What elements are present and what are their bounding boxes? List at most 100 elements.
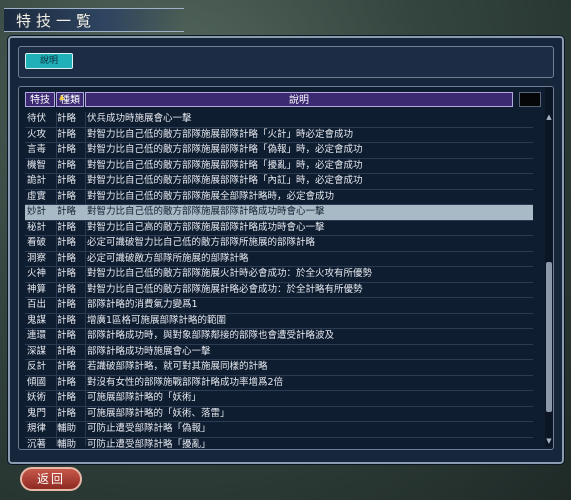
table-row[interactable]: 秘計 計略 對智力比自己高的敵方部隊施展部隊計略成功時會心一擊 [25, 221, 533, 236]
skill-name: 言毒 [27, 144, 47, 155]
table-row[interactable]: 火神 計略 對智力比自己低的敵方部隊施展火計時必會成功：於全火攻有所優勢 [25, 267, 533, 283]
page-title: 特技一覧 [16, 12, 97, 30]
skill-name: 神算 [27, 283, 47, 295]
table-row[interactable]: 妖術 計略 可施展部隊計略的「妖術」 [25, 391, 533, 407]
skill-name: 虛實 [27, 190, 47, 202]
skill-category: 計略 [57, 361, 77, 372]
table-row[interactable]: 待伏 計略 伏兵成功時施展會心一擊 [25, 112, 533, 128]
skill-name: 妖術 [27, 392, 47, 403]
skill-description: 對智力比自己低的敵方部隊施展部隊計略「內訌」時，必定會成功 [87, 175, 363, 186]
skill-category: 計略 [57, 330, 77, 341]
skill-description: 可施展部隊計略的「妖術、落雷」 [87, 407, 230, 419]
skill-name: 連環 [27, 330, 47, 341]
skill-name: 火神 [27, 268, 47, 279]
skill-category: 計略 [57, 206, 77, 217]
skill-description: 對智力比自己低的敵方部隊施展部隊計略「偽報」時，必定會成功 [87, 144, 363, 155]
table-row[interactable]: 鬼謀 計略 增廣1區格可施展部隊計略的範圍 [25, 314, 533, 329]
skill-name: 洞察 [27, 252, 47, 264]
skill-description: 增廣1區格可施展部隊計略的範圍 [87, 314, 227, 326]
skill-category: 計略 [57, 283, 77, 295]
table-row[interactable]: 傾國 計略 對沒有女性的部隊施戰部隊計略成功率增爲2倍 [25, 376, 533, 391]
skill-name: 看破 [27, 237, 47, 248]
skill-category: 計略 [57, 252, 77, 264]
skill-category: 輔助 [57, 423, 77, 434]
skill-name: 機智 [27, 159, 47, 171]
skill-category: 計略 [57, 175, 77, 186]
skill-name: 深謀 [27, 345, 47, 357]
table-row[interactable]: 神算 計略 對智力比自己低的敵方部隊施展計略必會成功：於全計略有所優勢 [25, 283, 533, 298]
skill-description: 部隊計略成功時，與對象部隊鄰接的部隊也會遭受計略波及 [87, 330, 335, 341]
skill-description: 可防止遭受部隊計略「偽報」 [87, 423, 211, 434]
skill-category: 計略 [57, 159, 77, 171]
skill-name: 沉著 [27, 438, 47, 450]
table-row[interactable]: 深謀 計略 部隊計略成功時施展會心一擊 [25, 345, 533, 360]
skill-description: 可防止遭受部隊計略「擾亂」 [87, 438, 211, 450]
skill-name: 妙計 [27, 206, 47, 217]
header-category[interactable]: ▲ 種類 [56, 92, 84, 107]
skill-category: 計略 [57, 392, 77, 403]
skill-description: 對智力比自己低的敵方部隊施展全部隊計略時，必定會成功 [87, 190, 335, 202]
skill-name: 鬼門 [27, 407, 47, 419]
table-row[interactable]: 鬼門 計略 可施展部隊計略的「妖術、落雷」 [25, 407, 533, 422]
skill-description: 對智力比自己低的敵方部隊施展計略必會成功：於全計略有所優勢 [87, 283, 363, 295]
skill-name: 百出 [27, 299, 47, 310]
table-row[interactable]: 連環 計略 部隊計略成功時，與對象部隊鄰接的部隊也會遭受計略波及 [25, 329, 533, 345]
header-name[interactable]: 特技 [25, 92, 55, 107]
table-row[interactable]: 詭計 計略 對智力比自己低的敵方部隊施展部隊計略「內訌」時，必定會成功 [25, 174, 533, 190]
skill-name: 詭計 [27, 175, 47, 186]
table-row[interactable]: 洞察 計略 必定可識破敵方部隊所施展的部隊計略 [25, 252, 533, 267]
skill-table-body: 待伏 計略 伏兵成功時施展會心一擊 火攻 計略 對智力比自己低的敵方部隊施展部隊計略「火計… [25, 112, 533, 450]
help-button[interactable]: 說明 [25, 53, 73, 69]
scrollbar-thumb[interactable] [546, 262, 552, 412]
skill-name: 秘計 [27, 221, 47, 233]
skill-category: 輔助 [57, 438, 77, 450]
header-corner [519, 92, 541, 107]
scroll-up-icon[interactable]: ▲ [545, 113, 553, 121]
skill-description: 對沒有女性的部隊施戰部隊計略成功率增爲2倍 [87, 376, 284, 388]
skill-description: 可施展部隊計略的「妖術」 [87, 392, 202, 403]
skill-name: 待伏 [27, 113, 47, 124]
skill-category: 計略 [57, 407, 77, 419]
skill-category: 計略 [57, 190, 77, 202]
table-row[interactable]: 火攻 計略 對智力比自己低的敵方部隊施展部隊計略「火計」時必定會成功 [25, 128, 533, 143]
skill-name: 反計 [27, 361, 47, 372]
table-row[interactable]: 言毒 計略 對智力比自己低的敵方部隊施展部隊計略「偽報」時，必定會成功 [25, 143, 533, 159]
skill-name: 鬼謀 [27, 314, 47, 326]
scroll-down-icon[interactable]: ▼ [545, 437, 553, 445]
skill-category: 計略 [57, 376, 77, 388]
skill-description: 對智力比自己低的敵方部隊施展部隊計略成功時會心一擊 [87, 206, 325, 217]
table-row[interactable]: 妙計 計略 對智力比自己低的敵方部隊施展部隊計略成功時會心一擊 [25, 205, 533, 221]
scrollbar[interactable]: ▲ ▼ [545, 87, 553, 447]
skill-description: 部隊計略成功時施展會心一擊 [87, 345, 211, 357]
skill-description: 必定可識破智力比自己低的敵方部隊所施展的部隊計略 [87, 237, 316, 248]
table-row[interactable]: 看破 計略 必定可識破智力比自己低的敵方部隊所施展的部隊計略 [25, 236, 533, 252]
skill-category: 計略 [57, 221, 77, 233]
skill-category: 計略 [57, 268, 77, 279]
skill-list-panel: 特技 ▲ 種類 說明 待伏 計略 伏兵成功時施展會心一擊 火攻 計略 對智力比自己低的敵方… [18, 86, 554, 450]
skill-description: 對智力比自己高的敵方部隊施展部隊計略成功時會心一擊 [87, 221, 325, 233]
skill-name: 傾國 [27, 376, 47, 388]
skill-name: 規律 [27, 423, 47, 434]
skill-category: 計略 [57, 345, 77, 357]
skill-description: 對智力比自己低的敵方部隊施展部隊計略「火計」時必定會成功 [87, 128, 354, 140]
skill-description: 若識破部隊計略，就可對其施展同樣的計略 [87, 361, 268, 372]
skill-list-window: 說明 特技 ▲ 種類 說明 待伏 計略 伏兵成功時施展會心一擊 火攻 計略 對智力比自己低… [8, 36, 564, 464]
header-description[interactable]: 說明 [85, 92, 513, 107]
skill-description: 部隊計略的消費氣力變爲1 [87, 299, 198, 310]
description-panel: 說明 [18, 46, 554, 78]
skill-category: 計略 [57, 299, 77, 310]
table-row[interactable]: 規律 輔助 可防止遭受部隊計略「偽報」 [25, 422, 533, 438]
title-bar: 特技一覧 [4, 8, 184, 32]
skill-description: 伏兵成功時施展會心一擊 [87, 113, 192, 124]
table-row[interactable]: 沉著 輔助 可防止遭受部隊計略「擾亂」 [25, 438, 533, 450]
skill-name: 火攻 [27, 128, 47, 140]
skill-category: 計略 [57, 113, 77, 124]
table-row[interactable]: 反計 計略 若識破部隊計略，就可對其施展同樣的計略 [25, 360, 533, 376]
skill-category: 計略 [57, 128, 77, 140]
table-row[interactable]: 虛實 計略 對智力比自己低的敵方部隊施展全部隊計略時，必定會成功 [25, 190, 533, 205]
table-row[interactable]: 百出 計略 部隊計略的消費氣力變爲1 [25, 298, 533, 314]
back-button[interactable]: 返回 [20, 467, 82, 491]
skill-category: 計略 [57, 314, 77, 326]
table-row[interactable]: 機智 計略 對智力比自己低的敵方部隊施展部隊計略「擾亂」時，必定會成功 [25, 159, 533, 174]
sort-indicator-icon: ▲ [59, 93, 65, 101]
